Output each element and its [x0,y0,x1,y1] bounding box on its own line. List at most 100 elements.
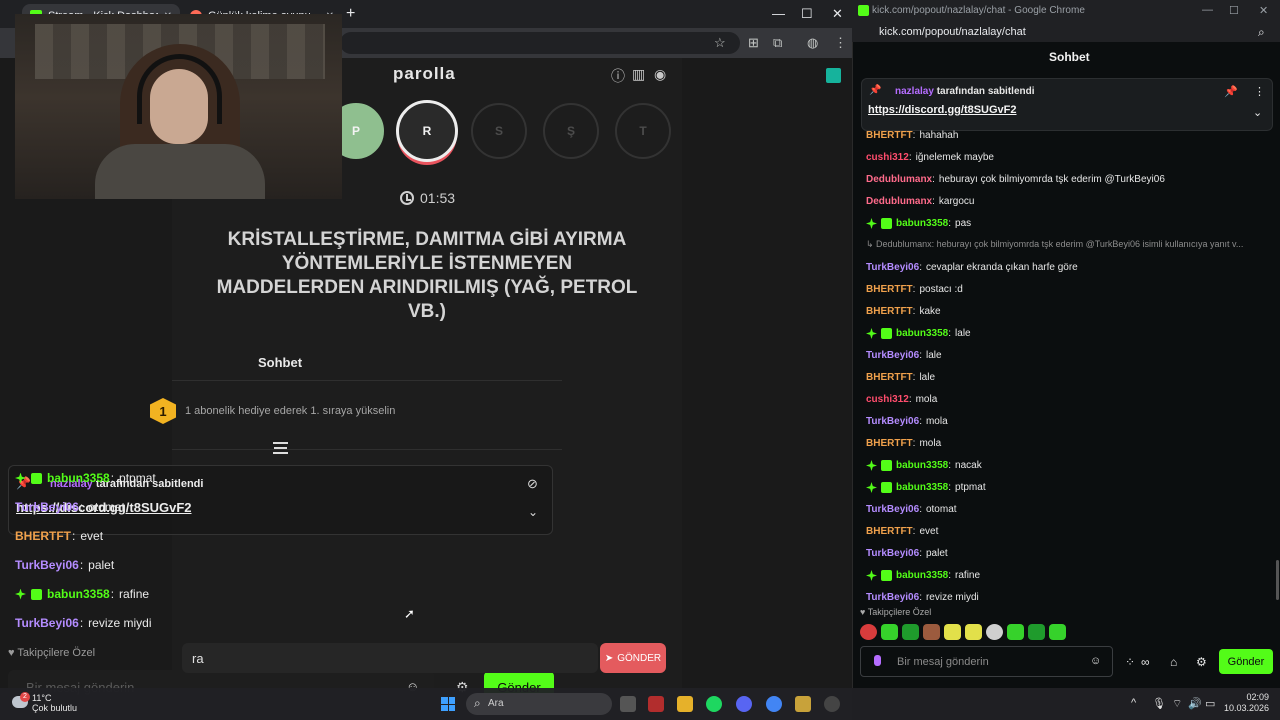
taskbar-search[interactable]: Ara [466,693,612,715]
chat-username[interactable]: TurkBeyi06 [866,504,919,515]
chat-username[interactable]: TurkBeyi06 [15,616,79,630]
chat-username[interactable]: TurkBeyi06 [866,350,919,361]
chat-username[interactable]: TurkBeyi06 [15,558,79,572]
chat-username[interactable]: babun3358 [896,218,948,229]
spotify-icon[interactable] [706,696,722,712]
zoom-icon[interactable]: ⌕ [1258,25,1265,40]
profile-avatar-icon[interactable]: ◍ [807,35,818,51]
start-button[interactable] [441,697,455,711]
info-icon[interactable]: ⓘ [611,66,625,86]
hide-pin-icon[interactable]: ⊘ [527,476,538,492]
chat-username[interactable]: TurkBeyi06 [866,416,919,427]
chat-username[interactable]: babun3358 [896,482,948,493]
store-icon[interactable]: ⌂ [1170,655,1177,669]
chat-username[interactable]: TurkBeyi06 [866,548,919,559]
volume-icon[interactable]: 🔊 [1188,697,1202,710]
chat-username[interactable]: BHERTFT [866,526,913,537]
chat-username[interactable]: Dedublumanx [866,196,932,207]
tray-chevron-icon[interactable]: ^ [1131,697,1136,709]
emote-icon[interactable] [860,624,877,640]
extension-badge-icon[interactable] [826,68,841,83]
chat-username[interactable]: TurkBeyi06 [866,592,919,603]
chat-username[interactable]: babun3358 [47,587,110,601]
collapse-handle-icon[interactable] [273,442,288,454]
emote-icon[interactable] [923,624,940,640]
popout-url[interactable]: kick.com/popout/nazlalay/chat [879,26,1026,38]
popout-maximize-button[interactable]: ☐ [1229,4,1239,17]
separator: : [948,482,952,493]
submit-answer-button[interactable]: ➤ GÖNDER [600,643,666,673]
gift-badge-icon [881,328,892,339]
popout-close-button[interactable]: ✕ [1259,4,1268,17]
emote-icon[interactable] [1049,624,1066,640]
chat-username[interactable]: TurkBeyi06 [15,500,79,514]
weather-widget[interactable]: 11°C Çok bulutlu [32,693,77,713]
new-tab-button[interactable]: + [346,5,355,23]
emote-icon[interactable] [1007,624,1024,640]
minimize-button[interactable]: — [772,6,785,21]
popout-minimize-button[interactable]: — [1202,4,1213,16]
chat-username[interactable]: Dedublumanx [866,174,932,185]
emote-icon[interactable] [986,624,1003,640]
battery-icon[interactable]: ▭ [1205,697,1215,710]
app-icon[interactable] [795,696,811,712]
address-bar[interactable] [340,32,740,54]
verified-badge-icon [866,482,877,493]
game-title: parolla [393,64,456,83]
wifi-icon[interactable]: ⌔ [1172,697,1182,711]
chrome-icon[interactable] [766,696,782,712]
mic-tray-icon[interactable]: 🎙 [1152,697,1166,710]
extensions-icon[interactable]: ⧉ [773,35,782,51]
more-options-icon[interactable]: ⋮ [1254,85,1265,98]
system-clock[interactable]: 02:09 10.03.2026 [1224,692,1269,714]
chat-input[interactable]: Bir mesaj gönderin [860,646,1113,677]
chevron-down-icon[interactable]: ⌄ [528,505,538,519]
chat-username[interactable]: babun3358 [896,570,948,581]
emoji-icon[interactable]: ☺ [1090,655,1101,667]
translate-icon[interactable]: ⊞ [748,35,759,51]
quick-emote-icon[interactable]: ⁘ [1125,655,1135,669]
maximize-button[interactable]: ☐ [801,6,813,22]
emote-icon[interactable] [902,624,919,640]
chat-username[interactable]: BHERTFT [866,130,913,141]
bookmark-star-icon[interactable]: ☆ [714,35,726,51]
close-window-button[interactable]: ✕ [832,6,843,22]
chat-username[interactable]: babun3358 [896,460,948,471]
separator: : [79,558,84,572]
answer-input[interactable]: ra [182,643,598,673]
chat-username[interactable]: babun3358 [896,328,948,339]
emote-icon[interactable] [965,624,982,640]
chat-username[interactable]: BHERTFT [15,529,71,543]
chat-username[interactable]: cushi312 [866,394,909,405]
verified-badge-icon [866,460,877,471]
chat-username[interactable]: TurkBeyi06 [866,262,919,273]
settings-gear-icon[interactable]: ⚙ [1196,655,1207,669]
obs-icon[interactable] [824,696,840,712]
chat-username[interactable]: babun3358 [47,471,110,485]
chat-username[interactable]: BHERTFT [866,306,913,317]
file-explorer-icon[interactable] [677,696,693,712]
emote-icon[interactable] [944,624,961,640]
app-icon[interactable] [648,696,664,712]
chevron-down-icon[interactable]: ⌄ [1253,106,1262,119]
emote-icon[interactable] [881,624,898,640]
chat-username[interactable]: BHERTFT [866,284,913,295]
pinned-user[interactable]: nazlalay [895,86,934,97]
chat-username[interactable]: cushi312 [866,152,909,163]
discord-icon[interactable] [736,696,752,712]
pinned-link[interactable]: https://discord.gg/t8SUGvF2 [868,104,1017,116]
chat-header: Sohbet [1049,50,1090,64]
infinity-icon[interactable]: ∞ [1141,655,1150,669]
chat-username[interactable]: BHERTFT [866,438,913,449]
send-button[interactable]: Gönder [1219,649,1273,674]
unpin-icon[interactable]: 📌 [1224,85,1238,98]
stats-icon[interactable]: ▥ [632,66,645,83]
profile-icon[interactable]: ◉ [654,66,666,83]
chat-text: iğnelemek maybe [915,152,994,163]
scrollbar[interactable] [1276,560,1279,600]
chat-text: lale [955,328,971,339]
menu-kebab-icon[interactable]: ⋮ [834,35,847,51]
task-view-icon[interactable] [620,696,636,712]
emote-icon[interactable] [1028,624,1045,640]
chat-username[interactable]: BHERTFT [866,372,913,383]
